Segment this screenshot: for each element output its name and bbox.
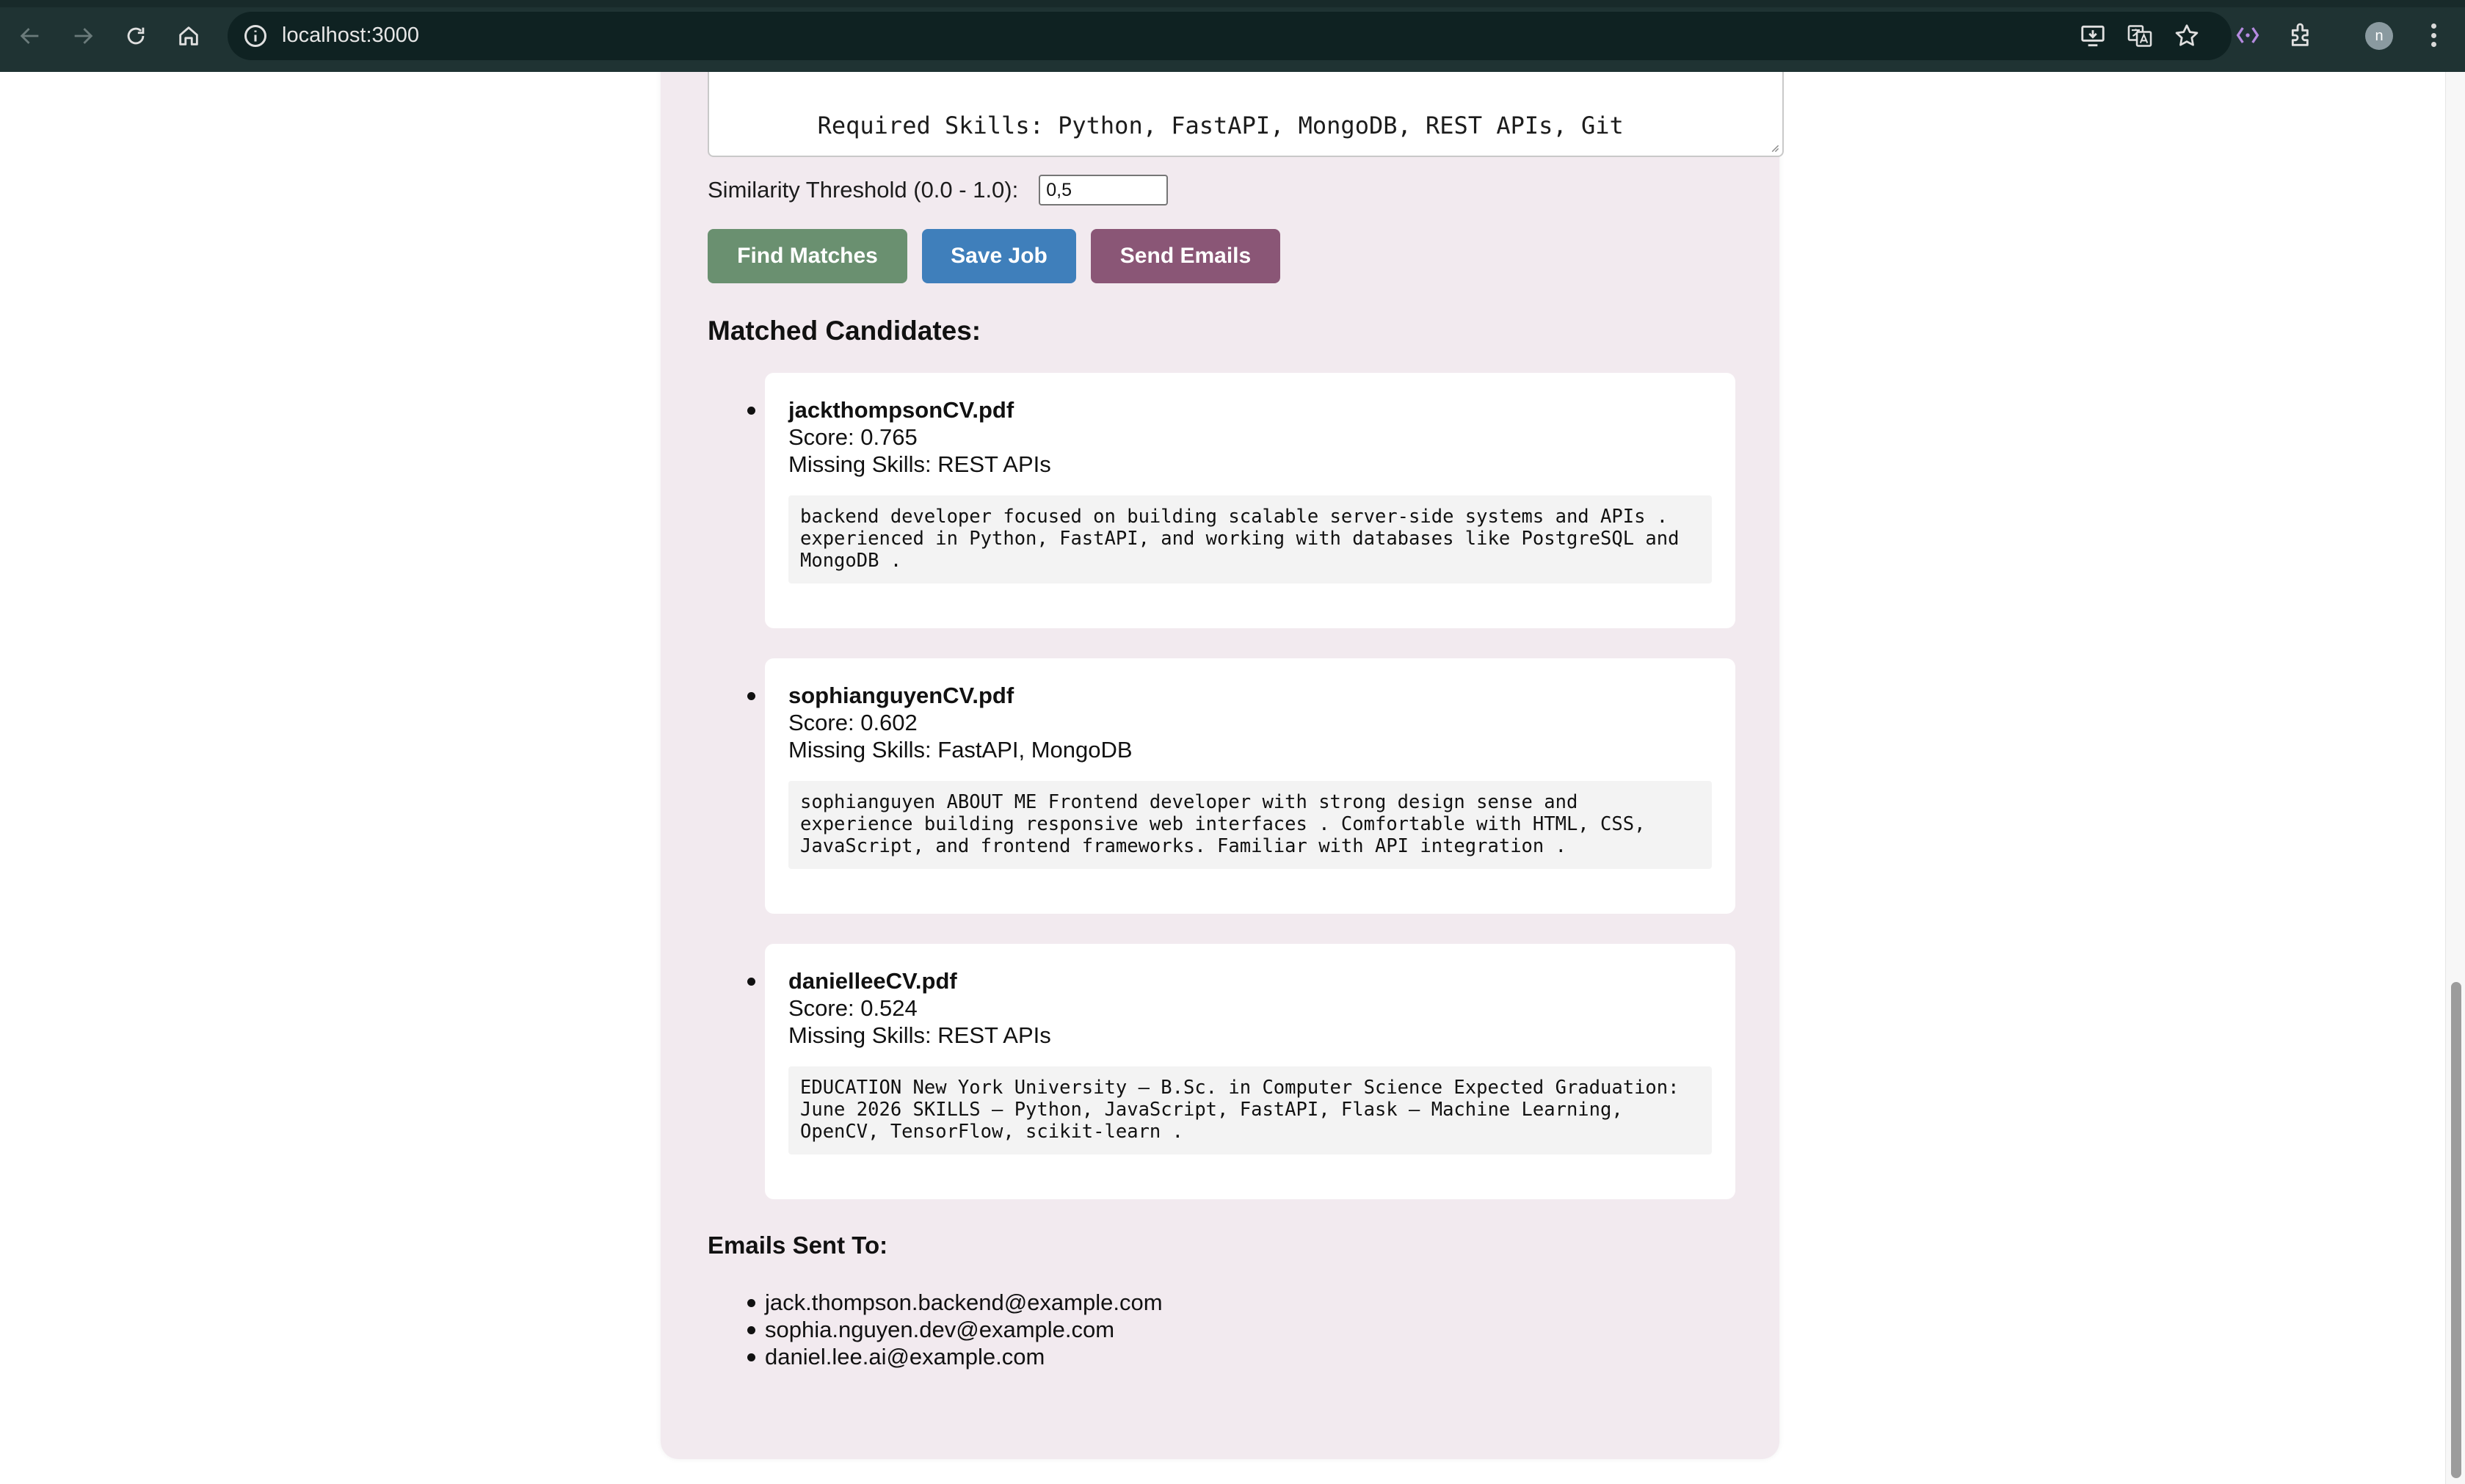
candidate-cv-excerpt: EDUCATION New York University – B.Sc. in… (788, 1066, 1712, 1154)
email-list-item: sophia.nguyen.dev@example.com (708, 1316, 1163, 1343)
address-bar[interactable]: localhost:3000 (228, 12, 2232, 60)
list-bullet (747, 1326, 755, 1334)
threshold-input[interactable] (1039, 175, 1169, 205)
list-bullet (747, 978, 755, 986)
back-button[interactable] (13, 19, 47, 53)
extension-puzzle-purple-icon[interactable] (2233, 21, 2262, 50)
reload-icon (127, 27, 145, 45)
candidate-filename: danielleeCV.pdf (788, 968, 957, 994)
matched-candidates-heading: Matched Candidates: (708, 316, 981, 346)
candidate-filename: sophianguyenCV.pdf (788, 683, 1014, 708)
candidate-cv-excerpt: backend developer focused on building sc… (788, 495, 1712, 583)
email-address: sophia.nguyen.dev@example.com (765, 1317, 1115, 1342)
emails-sent-list: jack.thompson.backend@example.com sophia… (708, 1289, 1163, 1370)
page-scrollbar[interactable] (2445, 72, 2465, 1484)
save-job-button[interactable]: Save Job (922, 229, 1076, 283)
matched-candidates-list: jackthompsonCV.pdf Score: 0.765 Missing … (708, 373, 1735, 1229)
browser-toolbar: localhost:3000 n (0, 0, 2465, 72)
install-app-icon[interactable] (2079, 22, 2107, 50)
candidate-missing-skills: Missing Skills: REST APIs (788, 451, 1051, 477)
candidate-cv-excerpt: sophianguyen ABOUT ME Frontend developer… (788, 781, 1712, 869)
url-text[interactable]: localhost:3000 (282, 23, 419, 48)
candidate-score: Score: 0.524 (788, 995, 918, 1021)
candidate-item: jackthompsonCV.pdf Score: 0.765 Missing … (708, 373, 1735, 628)
reload-button[interactable] (119, 19, 153, 53)
threshold-row: Similarity Threshold (0.0 - 1.0): (708, 172, 1169, 208)
find-matches-button[interactable]: Find Matches (708, 229, 907, 283)
translate-icon[interactable] (2126, 22, 2154, 50)
profile-avatar[interactable]: n (2365, 22, 2393, 50)
email-list-item: daniel.lee.ai@example.com (708, 1343, 1163, 1370)
emails-sent-heading: Emails Sent To: (708, 1232, 888, 1259)
tab-strip (0, 0, 2465, 7)
home-icon (179, 26, 198, 46)
email-list-item: jack.thompson.backend@example.com (708, 1289, 1163, 1316)
candidate-missing-skills: Missing Skills: FastAPI, MongoDB (788, 737, 1133, 763)
action-buttons: Find Matches Save Job Send Emails (708, 229, 1295, 283)
job-description-textarea[interactable]: Required Skills: Python, FastAPI, MongoD… (708, 72, 1784, 157)
candidate-card: sophianguyenCV.pdf Score: 0.602 Missing … (765, 658, 1735, 914)
resize-handle-icon[interactable] (1769, 142, 1779, 153)
candidate-filename: jackthompsonCV.pdf (788, 397, 1014, 423)
list-bullet (747, 1299, 755, 1307)
bookmark-star-icon[interactable] (2173, 22, 2201, 50)
email-address: jack.thompson.backend@example.com (765, 1290, 1163, 1315)
send-emails-button[interactable]: Send Emails (1091, 229, 1280, 283)
candidate-card: danielleeCV.pdf Score: 0.524 Missing Ski… (765, 944, 1735, 1199)
email-address: daniel.lee.ai@example.com (765, 1344, 1045, 1370)
candidate-card: jackthompsonCV.pdf Score: 0.765 Missing … (765, 373, 1735, 628)
list-bullet (747, 692, 755, 700)
extensions-icon[interactable] (2287, 21, 2316, 50)
threshold-label: Similarity Threshold (0.0 - 1.0): (708, 177, 1019, 203)
site-info-icon[interactable] (242, 23, 269, 49)
back-arrow-icon (20, 28, 39, 44)
candidate-score: Score: 0.765 (788, 424, 918, 450)
candidate-score: Score: 0.602 (788, 710, 918, 735)
forward-arrow-icon (74, 28, 93, 44)
candidate-item: sophianguyenCV.pdf Score: 0.602 Missing … (708, 658, 1735, 914)
candidate-missing-skills: Missing Skills: REST APIs (788, 1022, 1051, 1048)
home-button[interactable] (172, 19, 206, 53)
browser-menu-icon[interactable] (2422, 21, 2444, 50)
job-matcher-card: Required Skills: Python, FastAPI, MongoD… (661, 72, 1784, 1459)
forward-button[interactable] (66, 19, 100, 53)
scrollbar-thumb[interactable] (2451, 982, 2461, 1478)
list-bullet (747, 407, 755, 415)
page-viewport: Required Skills: Python, FastAPI, MongoD… (0, 72, 2465, 1484)
job-description-text: Required Skills: Python, FastAPI, MongoD… (817, 112, 1624, 139)
candidate-item: danielleeCV.pdf Score: 0.524 Missing Ski… (708, 944, 1735, 1199)
list-bullet (747, 1353, 755, 1361)
